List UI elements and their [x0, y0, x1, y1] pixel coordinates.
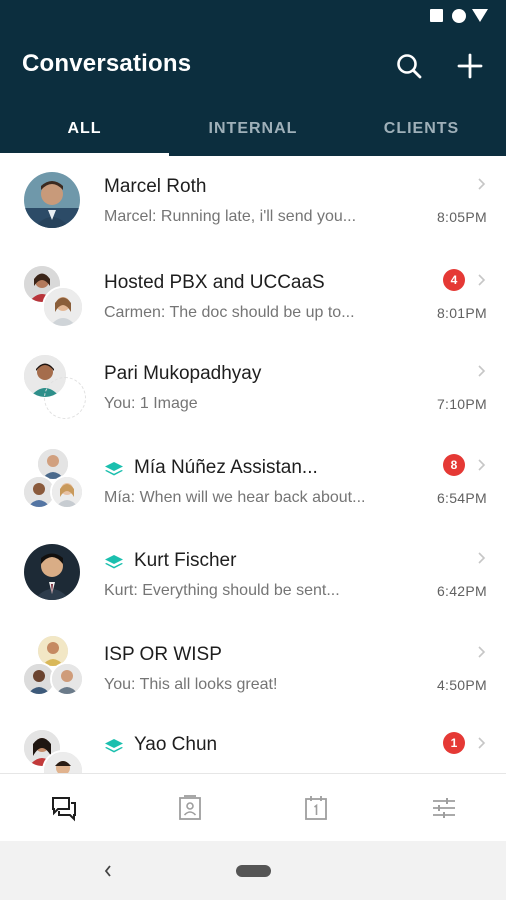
conversation-time: 8:01PM	[436, 305, 487, 321]
conversation-name: Mía Núñez Assistan...	[134, 457, 318, 478]
conversation-row[interactable]: Mía Núñez Assistan... 8 Mía: When will w…	[0, 437, 506, 529]
conversation-preview: Carmen: The doc should be up to...	[104, 304, 355, 321]
conversation-time: 4:50PM	[436, 677, 487, 693]
tab-bar: ALL INTERNAL CLIENTS	[0, 116, 506, 156]
assistant-layers-icon	[105, 462, 123, 476]
conversation-row[interactable]: Pari Mukopadhyay You: 1 Image 7:10PM	[0, 343, 506, 435]
avatar	[42, 286, 84, 328]
avatar	[50, 662, 84, 696]
calendar-icon[interactable]	[302, 794, 330, 822]
chevron-right-icon	[478, 737, 486, 749]
conversation-time: 6:42PM	[436, 583, 487, 599]
back-icon[interactable]	[102, 863, 114, 879]
contacts-icon[interactable]	[176, 794, 204, 822]
conversation-preview: Marcel: Running late, i'll send you...	[104, 208, 357, 225]
unread-badge: 8	[443, 454, 465, 476]
conversation-name: Kurt Fischer	[134, 550, 237, 571]
page-title: Conversations	[22, 50, 192, 77]
circle-icon	[452, 9, 466, 23]
assistant-layers-icon	[105, 739, 123, 753]
conversation-name: Marcel Roth	[104, 176, 207, 197]
triangle-icon	[472, 9, 488, 22]
chat-bubbles-icon[interactable]	[50, 794, 78, 822]
bottom-navigation	[0, 773, 506, 842]
conversation-list[interactable]: Marcel Roth Marcel: Running late, i'll s…	[0, 156, 506, 773]
unread-badge: 4	[443, 269, 465, 291]
settings-sliders-icon[interactable]	[430, 794, 458, 822]
conversation-time: 8:05PM	[436, 209, 487, 225]
conversation-time: 6:54PM	[436, 490, 487, 506]
home-pill[interactable]	[236, 865, 271, 877]
tab-internal[interactable]: INTERNAL	[169, 116, 337, 156]
status-bar	[0, 0, 506, 32]
add-conversation-icon[interactable]	[456, 52, 484, 80]
chevron-right-icon	[478, 178, 486, 190]
conversation-row[interactable]: Marcel Roth Marcel: Running late, i'll s…	[0, 156, 506, 248]
chevron-right-icon	[478, 365, 486, 377]
conversation-preview: You: 1 Image	[104, 395, 198, 412]
avatar	[50, 475, 84, 509]
conversation-time: 7:10PM	[436, 396, 487, 412]
conversation-preview: Mía: When will we hear back about...	[104, 489, 366, 506]
conversation-name: Pari Mukopadhyay	[104, 363, 262, 384]
tab-all[interactable]: ALL	[0, 116, 169, 156]
system-navigation	[0, 841, 506, 900]
search-icon[interactable]	[395, 52, 423, 80]
stop-icon	[430, 9, 443, 22]
conversation-row[interactable]: Kurt Fischer Kurt: Everything should be …	[0, 530, 506, 622]
chevron-right-icon	[478, 274, 486, 286]
conversation-name: Yao Chun	[134, 734, 218, 755]
unread-badge: 1	[443, 732, 465, 754]
conversation-row[interactable]: ISP OR WISP You: This all looks great! 4…	[0, 624, 506, 716]
avatar	[24, 172, 80, 228]
conversation-name: ISP OR WISP	[104, 644, 222, 665]
avatar-placeholder	[44, 377, 86, 419]
chevron-right-icon	[478, 552, 486, 564]
avatar	[24, 544, 80, 600]
app-bar: Conversations ALL INTERNAL CLIENTS	[0, 32, 506, 156]
assistant-layers-icon	[105, 555, 123, 569]
chevron-right-icon	[478, 459, 486, 471]
conversation-row[interactable]: Yao Chun 1	[0, 718, 506, 773]
conversation-preview: You: This all looks great!	[104, 676, 278, 693]
conversation-row[interactable]: Hosted PBX and UCCaaS 4 Carmen: The doc …	[0, 252, 506, 344]
tab-clients[interactable]: CLIENTS	[337, 116, 506, 156]
chevron-right-icon	[478, 646, 486, 658]
conversation-preview: Kurt: Everything should be sent...	[104, 582, 340, 599]
conversation-name: Hosted PBX and UCCaaS	[104, 272, 325, 293]
